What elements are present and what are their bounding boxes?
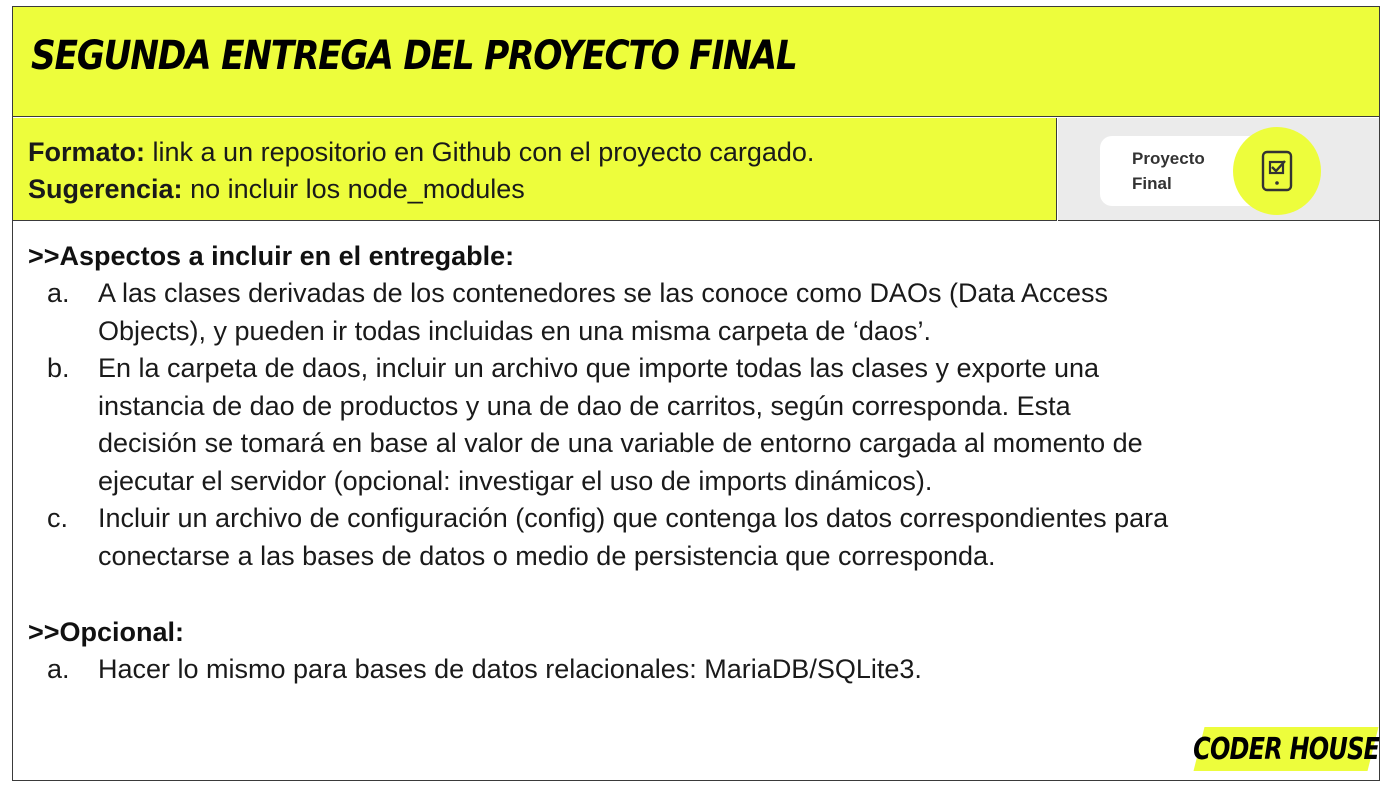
list-item-line: instancia de dao de productos y una de d… <box>98 390 1071 421</box>
badge-label-line2: Final <box>1132 174 1172 193</box>
list-item-line: decisión se tomará en base al valor de u… <box>98 428 1143 458</box>
list-item: b. En la carpeta de daos, incluir un arc… <box>28 350 1368 500</box>
badge-label-line1: Proyecto <box>1132 149 1205 168</box>
format-label: Formato: <box>28 137 145 167</box>
list-marker: a. <box>47 278 70 308</box>
coder-house-logo: CODER HOUSE <box>1192 727 1380 771</box>
list-item-line: En la carpeta de daos, incluir un archiv… <box>98 353 1100 383</box>
content-area: >>Aspectos a incluir en el entregable: a… <box>28 237 1368 689</box>
list-item-line: Incluir un archivo de configuración (con… <box>98 503 1169 533</box>
list-item-line: Hacer lo mismo para bases de datos relac… <box>98 654 922 684</box>
slide: SEGUNDA ENTREGA DEL PROYECTO FINAL Forma… <box>12 6 1380 781</box>
logo-text: CODER HOUSE <box>1192 731 1380 767</box>
suggestion-label: Sugerencia: <box>28 174 183 204</box>
suggestion-text: no incluir los node_modules <box>190 174 525 204</box>
project-badge-area: Proyecto Final <box>1058 118 1379 221</box>
suggestion-line: Sugerencia: no incluir los node_modules <box>28 174 525 205</box>
list-marker: c. <box>47 503 69 533</box>
format-line: Formato: link a un repositorio en Github… <box>28 137 814 168</box>
aspects-heading: >>Aspectos a incluir en el entregable: <box>28 241 515 271</box>
list-item-line: A las clases derivadas de los contenedor… <box>98 278 1109 308</box>
list-item: a. A las clases derivadas de los contene… <box>28 275 1368 350</box>
list-item-line: ejecutar el servidor (opcional: investig… <box>98 465 933 496</box>
list-item: c. Incluir un archivo de configuración (… <box>28 500 1368 575</box>
list-item-line: Objects), y pueden ir todas incluidas en… <box>98 315 931 346</box>
optional-heading: >>Opcional: <box>28 617 185 647</box>
title-band: SEGUNDA ENTREGA DEL PROYECTO FINAL <box>13 7 1379 117</box>
format-text: link a un repositorio en Github con el p… <box>152 137 815 167</box>
list-item: a. Hacer lo mismo para bases de datos re… <box>28 651 1368 689</box>
list-marker: b. <box>47 353 70 383</box>
list-item-line: conectarse a las bases de datos o medio … <box>98 540 996 571</box>
badge-icon-circle <box>1233 127 1321 215</box>
list-marker: a. <box>47 654 70 684</box>
checklist-tablet-icon <box>1261 150 1293 192</box>
format-band: Formato: link a un repositorio en Github… <box>13 118 1057 221</box>
slide-title: SEGUNDA ENTREGA DEL PROYECTO FINAL <box>31 33 798 79</box>
